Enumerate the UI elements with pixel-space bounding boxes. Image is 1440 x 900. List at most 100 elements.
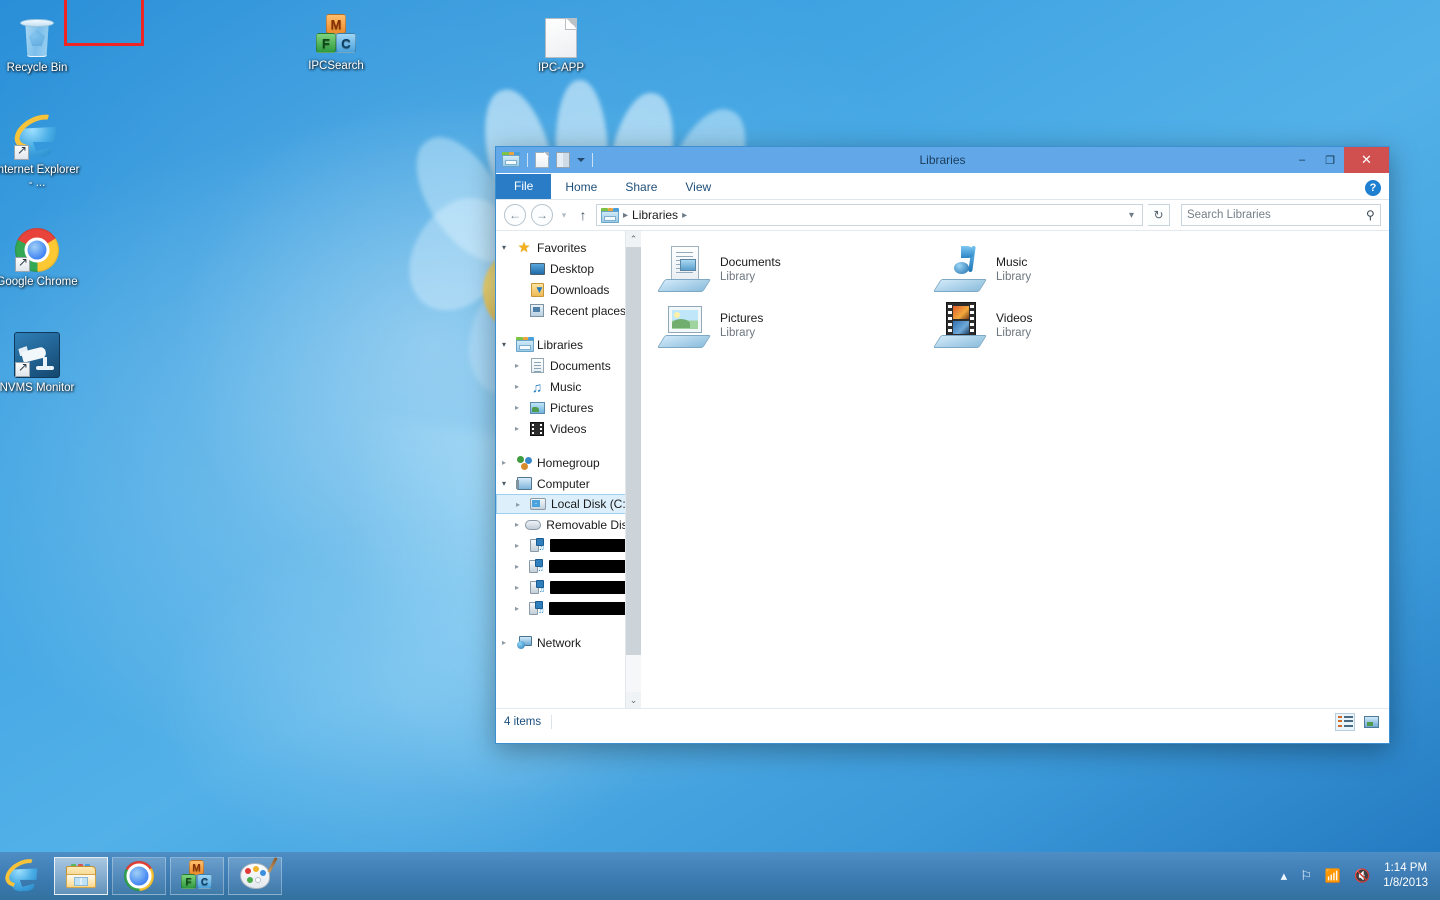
- taskbar-button-file-explorer[interactable]: [54, 857, 108, 895]
- taskbar-button-google-chrome[interactable]: [112, 857, 166, 895]
- tab-home[interactable]: Home: [551, 176, 611, 199]
- security-camera-icon: [0, 328, 80, 378]
- forward-button[interactable]: →: [531, 204, 553, 226]
- network-drive-icon: ♫: [529, 538, 545, 554]
- show-hidden-icons-button[interactable]: ▴: [1281, 868, 1288, 884]
- desktop-icon-ipcsearch[interactable]: MFC IPCSearch: [293, 6, 379, 73]
- desktop-icon-google-chrome[interactable]: Google Chrome: [0, 222, 80, 289]
- tree-item-redacted[interactable]: ▸♫: [496, 535, 641, 556]
- nav-pane-scrollbar[interactable]: ⌃ ⌄: [625, 231, 641, 708]
- tree-item-computer[interactable]: ▾Computer: [496, 473, 641, 494]
- ribbon-tabs[interactable]: File Home Share View chevron-down-icon ?: [496, 173, 1389, 200]
- libraries-icon: [601, 208, 619, 223]
- desktop-icon-nvms-monitor[interactable]: NVMS Monitor: [0, 328, 80, 395]
- tree-item-network[interactable]: ▸Network: [496, 632, 641, 653]
- tree-item-homegroup[interactable]: ▸Homegroup: [496, 452, 641, 473]
- file-explorer-window[interactable]: Libraries ‒ ❐ ✕ File Home Share View che…: [495, 146, 1390, 744]
- up-button[interactable]: ↑: [575, 207, 591, 223]
- library-item-pictures[interactable]: Pictures Library: [647, 297, 923, 353]
- tree-item-local-disk-c[interactable]: ▸Local Disk (C:): [496, 494, 639, 514]
- tree-item-redacted[interactable]: ▸♫: [496, 577, 641, 598]
- taskbar[interactable]: M F C ▴ ⚐ 📶 🔇 1:14 PM 1/8/2013: [0, 852, 1440, 900]
- tree-item-recent-places[interactable]: Recent places: [496, 300, 641, 321]
- back-button[interactable]: ←: [504, 204, 526, 226]
- tree-item-music[interactable]: ▸♫Music: [496, 376, 641, 397]
- taskbar-buttons[interactable]: M F C: [46, 857, 282, 895]
- tree-item-redacted[interactable]: ▸♫: [496, 556, 641, 577]
- library-item-music[interactable]: Music Library: [923, 241, 1199, 297]
- search-input[interactable]: Search Libraries ⚲: [1181, 204, 1381, 226]
- videos-icon: [529, 421, 545, 437]
- libraries-icon[interactable]: [502, 152, 520, 169]
- breadcrumb-libraries[interactable]: Libraries: [632, 208, 678, 222]
- network-bars-icon[interactable]: 📶: [1325, 868, 1341, 884]
- chevron-down-icon[interactable]: [577, 158, 585, 162]
- shortcut-overlay-icon: [15, 257, 30, 272]
- pictures-library-icon: [661, 302, 709, 348]
- taskbar-button-ipcsearch[interactable]: M F C: [170, 857, 224, 895]
- toolbar-divider: [527, 153, 528, 167]
- quick-access-toolbar[interactable]: [502, 152, 597, 169]
- scrollbar-thumb[interactable]: [626, 247, 641, 655]
- file-explorer-icon: [66, 864, 96, 888]
- library-name: Music: [996, 255, 1031, 269]
- properties-icon[interactable]: [535, 152, 553, 169]
- tree-item-favorites[interactable]: ▾★Favorites: [496, 237, 641, 258]
- library-name: Pictures: [720, 311, 763, 325]
- tree-item-label: Documents: [550, 359, 611, 373]
- library-item-videos[interactable]: Videos Library: [923, 297, 1199, 353]
- tree-item-redacted[interactable]: ▸♫: [496, 598, 641, 619]
- navigation-pane[interactable]: ▾★Favorites Desktop ▼DownloadsRecent place…: [496, 231, 641, 708]
- library-subtitle: Library: [720, 271, 781, 283]
- desktop-icon-recycle-bin[interactable]: Recycle Bin: [0, 8, 80, 75]
- clock[interactable]: 1:14 PM 1/8/2013: [1383, 861, 1428, 891]
- tab-file[interactable]: File: [496, 174, 551, 199]
- tree-item-label: Favorites: [537, 241, 586, 255]
- tab-view[interactable]: View: [671, 176, 725, 199]
- tree-item-pictures[interactable]: ▸Pictures: [496, 397, 641, 418]
- large-icons-view-icon[interactable]: [1361, 713, 1381, 731]
- taskbar-internet-explorer-icon[interactable]: [0, 852, 46, 900]
- window-title: Libraries: [496, 153, 1389, 167]
- tree-item-libraries[interactable]: ▾Libraries: [496, 334, 641, 355]
- address-dropdown-icon[interactable]: ▾: [1129, 210, 1138, 221]
- tree-group-spacer: [496, 439, 641, 452]
- desktop-icon-ipc-app[interactable]: IPC-APP: [518, 8, 604, 75]
- flag-icon[interactable]: ⚐: [1300, 868, 1312, 884]
- help-button[interactable]: ?: [1365, 180, 1381, 196]
- google-chrome-icon: [124, 861, 154, 891]
- tree-item-videos[interactable]: ▸Videos: [496, 418, 641, 439]
- recent-locations-button[interactable]: ▾: [558, 210, 570, 221]
- scroll-down-arrow[interactable]: ⌄: [626, 692, 641, 708]
- music-library-icon: [937, 246, 985, 292]
- hard-disk-icon: [530, 496, 546, 512]
- tree-item-desktop[interactable]: Desktop: [496, 258, 641, 279]
- details-view-icon[interactable]: [1335, 713, 1355, 731]
- close-button[interactable]: ✕: [1344, 147, 1389, 173]
- tree-item-documents[interactable]: ▸Documents: [496, 355, 641, 376]
- window-controls[interactable]: ‒ ❐ ✕: [1288, 147, 1389, 173]
- tree-item-downloads[interactable]: ▼Downloads: [496, 279, 641, 300]
- library-item-documents[interactable]: Documents Library: [647, 241, 923, 297]
- maximize-button[interactable]: ❐: [1316, 147, 1344, 173]
- window-title-bar[interactable]: Libraries ‒ ❐ ✕: [496, 147, 1389, 173]
- refresh-button[interactable]: ↻: [1148, 204, 1170, 226]
- taskbar-button-paint[interactable]: [228, 857, 282, 895]
- tab-share[interactable]: Share: [611, 176, 671, 199]
- tree-item-removable-disk[interactable]: ▸Removable Disk (: [496, 514, 641, 535]
- homegroup-icon: [516, 455, 532, 471]
- file-list-area[interactable]: Documents Library Music Library: [641, 231, 1389, 708]
- system-tray[interactable]: ▴ ⚐ 📶 🔇 1:14 PM 1/8/2013: [1281, 861, 1440, 891]
- tree-item-label: Desktop: [550, 262, 594, 276]
- volume-muted-icon[interactable]: 🔇: [1354, 868, 1370, 884]
- clock-time: 1:14 PM: [1383, 861, 1428, 876]
- desktop[interactable]: Recycle Bin MFC IPCSearch IPC-APP Intern…: [0, 0, 1440, 900]
- address-bar[interactable]: ▸ Libraries ▸ ▾: [596, 204, 1143, 226]
- scroll-up-arrow[interactable]: ⌃: [626, 231, 641, 247]
- desktop-icon-internet-explorer[interactable]: Internet Explorer - ...: [0, 110, 80, 190]
- desktop-icon-label: NVMS Monitor: [0, 382, 80, 395]
- minimize-button[interactable]: ‒: [1288, 147, 1316, 173]
- new-folder-icon[interactable]: [556, 152, 574, 169]
- mfc-blocks-icon: M F C: [181, 860, 213, 892]
- navigation-bar[interactable]: ← → ▾ ↑ ▸ Libraries ▸ ▾ ↻ Search Librari…: [496, 200, 1389, 230]
